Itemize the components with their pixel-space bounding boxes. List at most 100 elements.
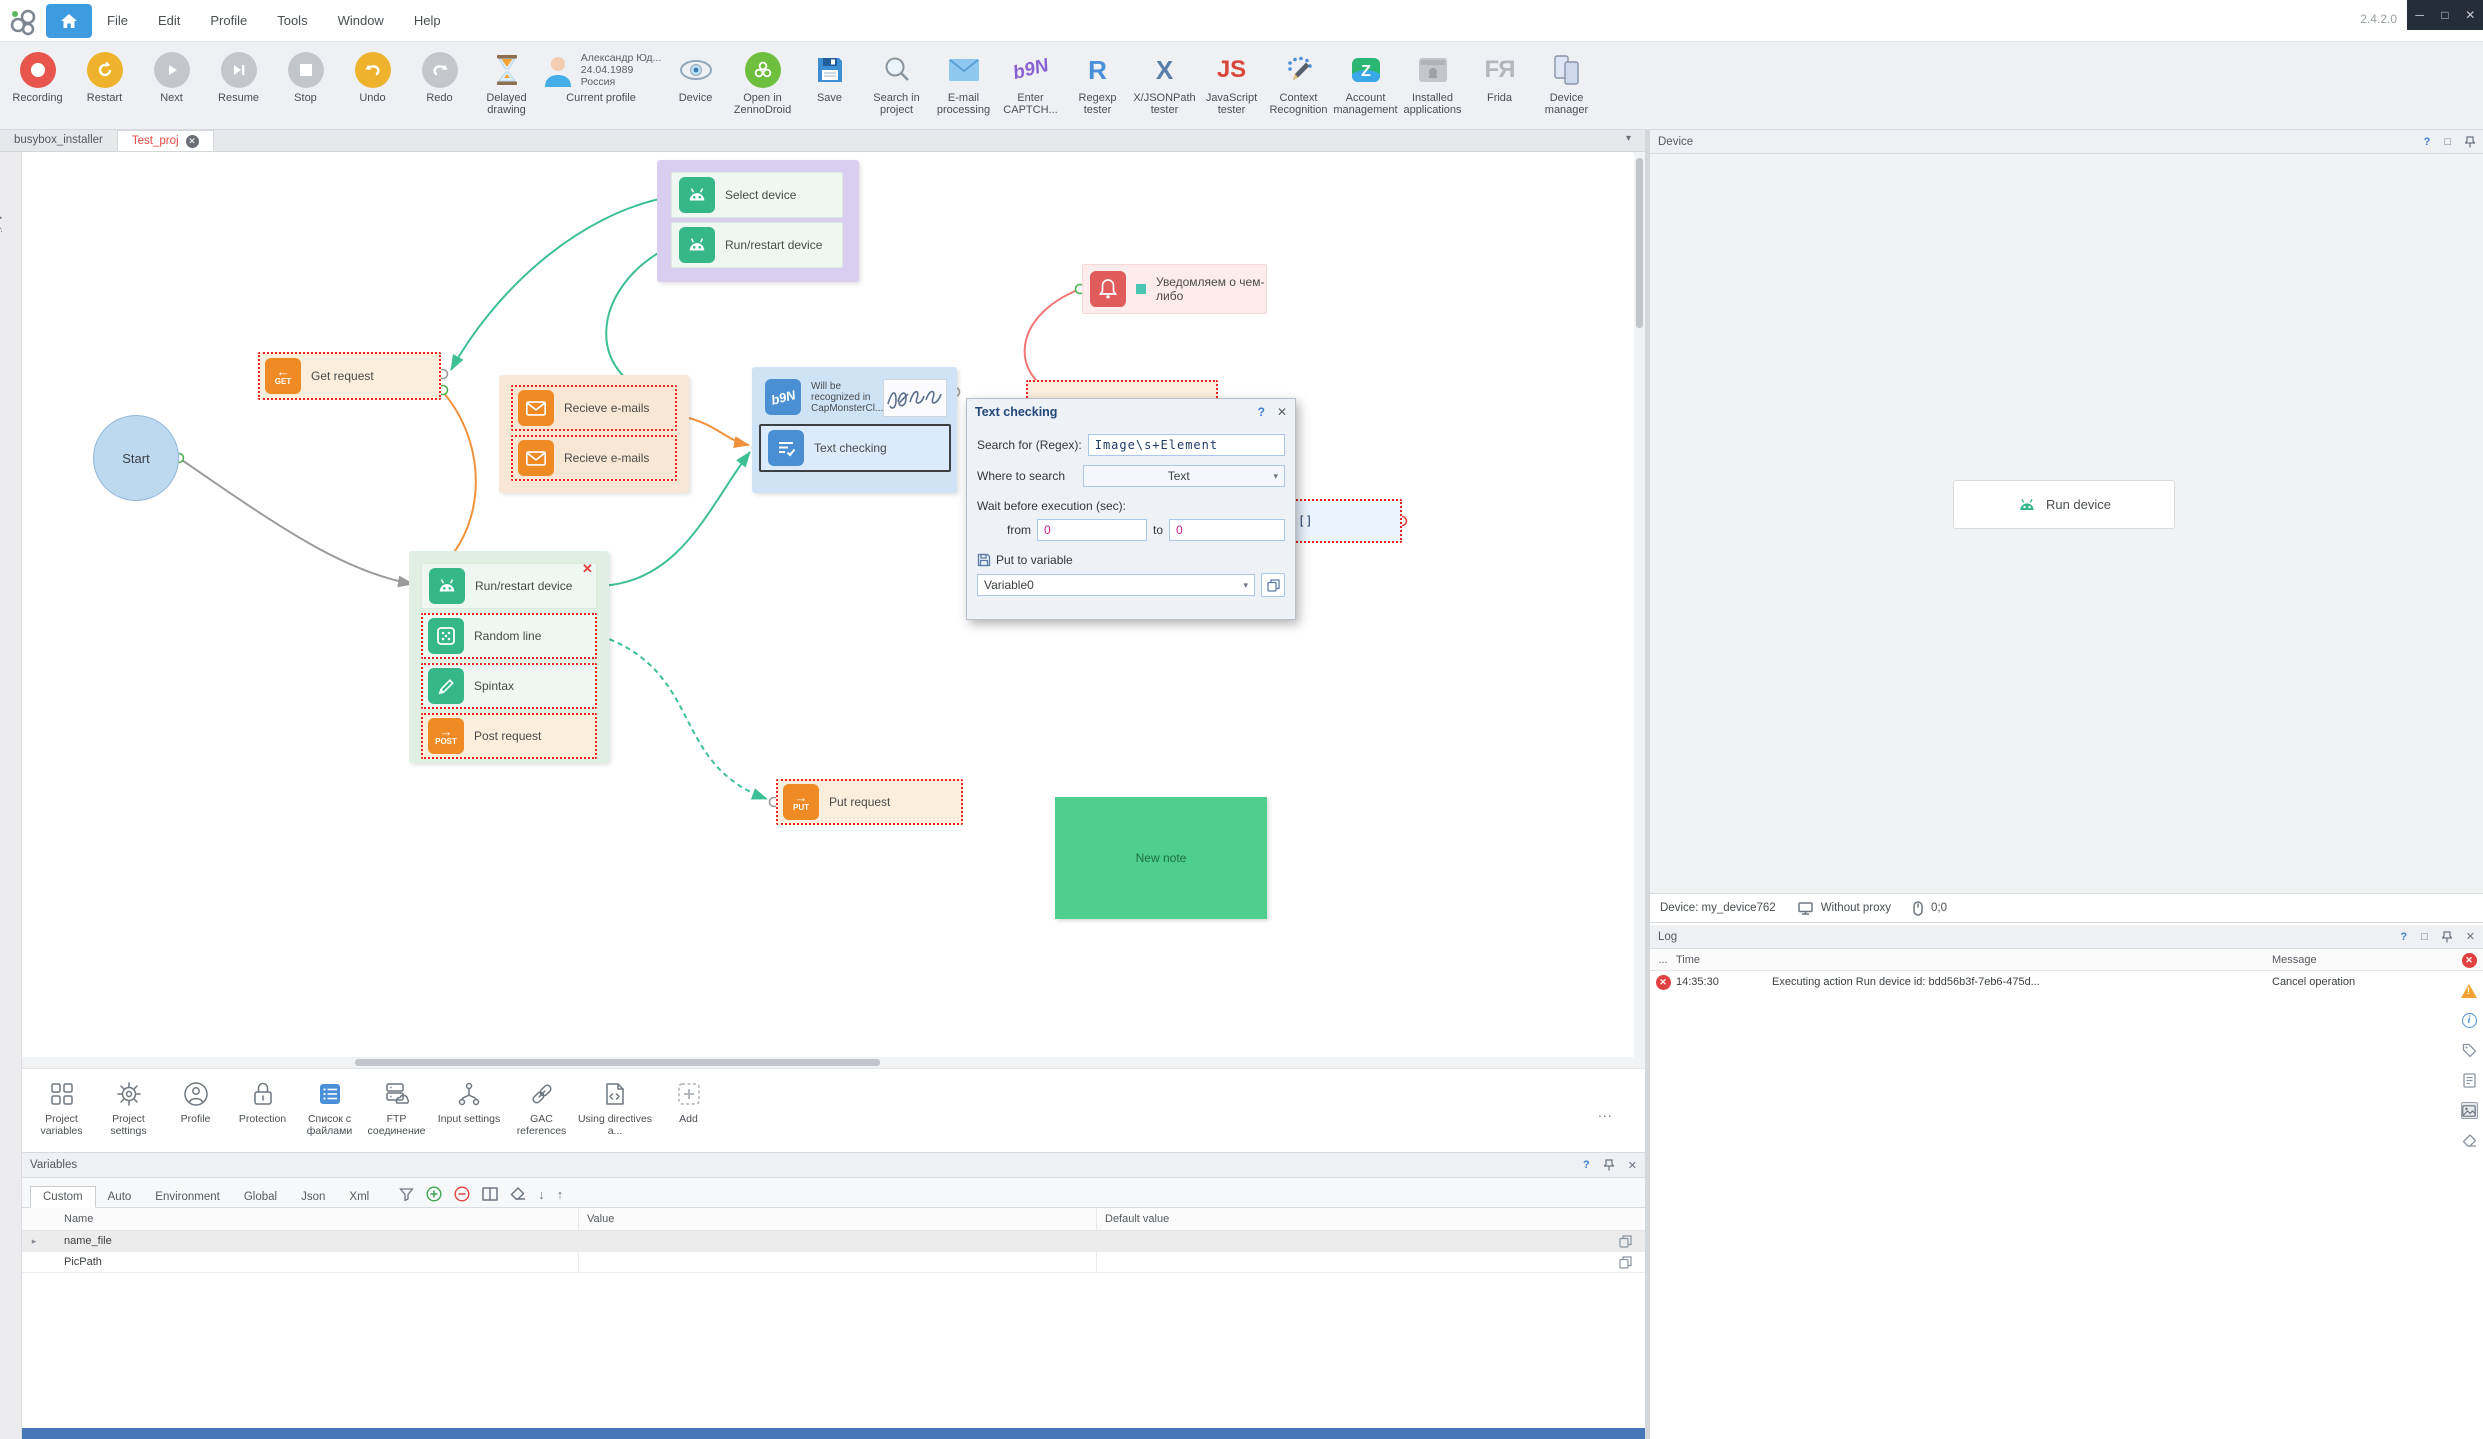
device-help-icon[interactable]: ?	[2424, 136, 2431, 148]
toolbar-restart[interactable]: Restart	[71, 50, 138, 104]
vartab-auto[interactable]: Auto	[96, 1187, 144, 1207]
canvas-vscrollbar[interactable]	[1634, 152, 1645, 1057]
toolbar-current-profile[interactable]: Александр Юд... 24.04.1989 Россия Curren…	[540, 50, 662, 104]
node-spintax[interactable]: Spintax	[421, 663, 597, 709]
log-row[interactable]: ✕ 14:35:30 Executing action Run device i…	[1650, 971, 2483, 993]
dialog-close-icon[interactable]: ✕	[1277, 405, 1287, 419]
filter-info-icon[interactable]: i	[2461, 1012, 2478, 1029]
col-value[interactable]: Value	[578, 1208, 1096, 1230]
vartab-json[interactable]: Json	[289, 1187, 337, 1207]
toolbar-search-project[interactable]: Search in project	[863, 50, 930, 116]
note-new-note[interactable]: New note	[1055, 797, 1267, 919]
variable-default[interactable]	[1096, 1252, 1605, 1272]
variable-value[interactable]	[578, 1252, 1096, 1272]
wait-from-input[interactable]: 0	[1037, 519, 1147, 541]
tab-test-proj[interactable]: Test_proj ✕	[117, 130, 214, 151]
col-name[interactable]: Name	[46, 1213, 578, 1225]
node-notify[interactable]: Уведомляем о чем-либо	[1082, 264, 1267, 314]
where-search-select[interactable]: Text ▾	[1083, 465, 1285, 487]
toolbar-account-management[interactable]: Z Account management	[1332, 50, 1399, 116]
dialog-titlebar[interactable]: Text checking ? ✕	[967, 399, 1295, 425]
copy-icon[interactable]	[1619, 1256, 1632, 1269]
filter-errors-icon[interactable]: ✕	[2461, 952, 2478, 969]
toolbar-javascript-tester[interactable]: JS JavaScript tester	[1198, 50, 1265, 116]
variables-help-icon[interactable]: ?	[1583, 1159, 1590, 1171]
btn-ftp-connections[interactable]: FTP соединение	[363, 1077, 430, 1152]
toolbar-xjsonpath-tester[interactable]: X X/JSONPath tester	[1131, 50, 1198, 116]
node-get-request[interactable]: ←GET Get request	[258, 352, 441, 400]
node-put-request[interactable]: →PUT Put request	[776, 779, 963, 825]
vscroll-thumb[interactable]	[1636, 158, 1643, 328]
btn-file-lists[interactable]: Список с файлами	[296, 1077, 363, 1152]
move-down-icon[interactable]: ↓	[538, 1187, 545, 1202]
delete-node-icon[interactable]: ✕	[582, 561, 593, 577]
vartab-environment[interactable]: Environment	[143, 1187, 232, 1207]
move-up-icon[interactable]: ↑	[557, 1187, 564, 1202]
btn-protection[interactable]: Protection	[229, 1077, 296, 1152]
btn-project-settings[interactable]: Project settings	[95, 1077, 162, 1152]
toolbar-save[interactable]: Save	[796, 50, 863, 104]
toolbar-delayed-drawing[interactable]: Delayed drawing	[473, 50, 540, 116]
node-random-line[interactable]: Random line	[421, 613, 597, 659]
report-icon[interactable]	[2461, 1072, 2478, 1089]
tab-close-icon[interactable]: ✕	[186, 135, 199, 148]
log-maximize-icon[interactable]: □	[2421, 931, 2428, 943]
close-button[interactable]: ✕	[2458, 0, 2483, 30]
tabstrip-chevron-icon[interactable]: ▾	[1626, 133, 1631, 144]
filter-warnings-icon[interactable]	[2461, 982, 2478, 999]
hscroll-thumb[interactable]	[355, 1059, 880, 1066]
log-pin-icon[interactable]	[2442, 931, 2452, 943]
copy-icon[interactable]	[1619, 1235, 1632, 1248]
toolbar-resume[interactable]: Resume	[205, 50, 272, 104]
menu-window[interactable]: Window	[323, 1, 399, 41]
variables-close-icon[interactable]: ✕	[1628, 1159, 1637, 1172]
screenshots-icon[interactable]	[2461, 1102, 2478, 1119]
device-maximize-icon[interactable]: □	[2444, 136, 2451, 148]
toolbar-regexp-tester[interactable]: R Regexp tester	[1064, 50, 1131, 116]
wait-to-input[interactable]: 0	[1169, 519, 1285, 541]
variable-default[interactable]	[1096, 1231, 1605, 1251]
node-run-restart-device[interactable]: Run/restart device	[671, 222, 843, 268]
toolbar-enter-captcha[interactable]: b9N Enter CAPTCH...	[997, 50, 1064, 116]
node-captcha-recognize[interactable]: b9N Will be recognized in CapMonsterCl..…	[758, 374, 951, 420]
flowchart-canvas[interactable]: Select device Run/restart device Уведомл…	[22, 152, 1645, 1068]
log-col-more[interactable]: ...	[1650, 954, 1676, 966]
log-col-time[interactable]: Time	[1676, 954, 1772, 966]
canvas-hscrollbar[interactable]	[22, 1057, 1645, 1068]
menu-profile[interactable]: Profile	[195, 1, 262, 41]
clear-log-icon[interactable]	[2461, 1132, 2478, 1149]
toolbar-redo[interactable]: Redo	[406, 50, 473, 104]
home-button[interactable]	[46, 4, 92, 38]
add-variable-icon[interactable]	[426, 1186, 442, 1202]
menu-file[interactable]: File	[92, 1, 143, 41]
btn-project-variables[interactable]: Project variables	[28, 1077, 95, 1152]
toolbar-device[interactable]: Device	[662, 50, 729, 104]
vartab-xml[interactable]: Xml	[337, 1187, 381, 1207]
columns-icon[interactable]	[482, 1187, 498, 1201]
maximize-button[interactable]: □	[2432, 0, 2457, 30]
minimize-button[interactable]: ─	[2407, 0, 2432, 30]
toolbar-device-manager[interactable]: Device manager	[1533, 50, 1600, 116]
filter-icon[interactable]	[399, 1187, 414, 1202]
tags-icon[interactable]	[2461, 1042, 2478, 1059]
bottom-toolbar-overflow[interactable]: ...	[1598, 1104, 1613, 1120]
toolbar-open-zennodroid[interactable]: Open in ZennoDroid	[729, 50, 796, 116]
log-close-icon[interactable]: ✕	[2466, 930, 2475, 943]
node-receive-emails-1[interactable]: Recieve e-mails	[511, 385, 677, 431]
menu-tools[interactable]: Tools	[262, 1, 322, 41]
variable-row-picpath[interactable]: PicPath	[22, 1252, 1645, 1273]
node-start[interactable]: Start	[93, 415, 179, 501]
node-run-restart-device-2[interactable]: Run/restart device	[421, 563, 597, 609]
toolbar-context-recognition[interactable]: Context Recognition	[1265, 50, 1332, 116]
tab-busybox-installer[interactable]: busybox_installer	[0, 130, 117, 151]
vartab-global[interactable]: Global	[232, 1187, 289, 1207]
log-help-icon[interactable]: ?	[2400, 931, 2407, 943]
remove-variable-icon[interactable]	[454, 1186, 470, 1202]
copy-variable-button[interactable]	[1261, 573, 1285, 597]
eraser-icon[interactable]	[510, 1187, 526, 1201]
dialog-help-icon[interactable]: ?	[1258, 405, 1265, 419]
menu-edit[interactable]: Edit	[143, 1, 195, 41]
variable-value[interactable]	[578, 1231, 1096, 1251]
node-text-checking[interactable]: Text checking	[759, 424, 951, 472]
toolbar-frida[interactable]: FЯ Frida	[1466, 50, 1533, 104]
